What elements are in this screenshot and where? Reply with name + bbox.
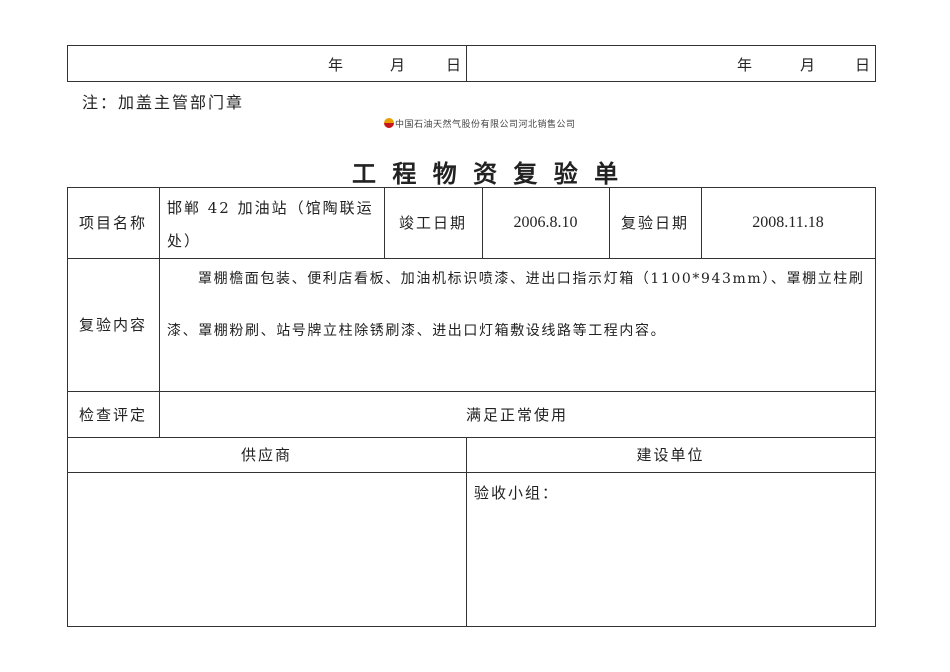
project-name-label: 项目名称	[78, 214, 147, 232]
supplier-header: 供应商	[240, 446, 292, 464]
content-text: 罩棚檐面包装、便利店看板、加油机标识喷漆、进出口指示灯箱（1100*943mm）…	[198, 271, 865, 287]
builder-header: 建设单位	[636, 446, 705, 464]
border	[67, 45, 876, 46]
day-label: 日	[446, 56, 464, 74]
page-title: 工 程 物 资 复 验 单	[352, 159, 623, 188]
border	[67, 81, 876, 82]
day-label: 日	[855, 56, 873, 74]
evaluation-value: 满足正常使用	[465, 405, 568, 424]
project-name-value-cont: 处）	[167, 232, 202, 250]
petrochina-logo-icon	[384, 118, 394, 128]
border	[875, 45, 876, 82]
company-name: 中国石油天然气股份有限公司河北销售公司	[395, 120, 576, 130]
year-label: 年	[328, 56, 346, 74]
project-name-value: 邯郸 42 加油站（馆陶联运	[167, 199, 374, 217]
border	[466, 45, 467, 82]
border	[67, 626, 876, 627]
note: 注：加盖主管部门章	[82, 93, 245, 112]
border	[875, 187, 876, 627]
month-label: 月	[800, 56, 818, 74]
completion-date-label: 竣工日期	[398, 214, 467, 232]
year-label: 年	[737, 56, 755, 74]
acceptance-group-label: 验收小组：	[474, 484, 560, 502]
recheck-date-label: 复验日期	[620, 214, 689, 232]
month-label: 月	[390, 56, 408, 74]
border	[67, 472, 876, 473]
border	[67, 258, 876, 259]
recheck-date-value: 2008.11.18	[752, 213, 824, 231]
content-text-cont: 漆、罩棚粉刷、站号牌立柱除锈刷漆、进出口灯箱敷设线路等工程内容。	[167, 323, 667, 339]
evaluation-label: 检查评定	[78, 405, 147, 424]
content-label: 复验内容	[78, 316, 147, 334]
completion-date-value: 2006.8.10	[513, 213, 578, 231]
border	[67, 45, 68, 82]
